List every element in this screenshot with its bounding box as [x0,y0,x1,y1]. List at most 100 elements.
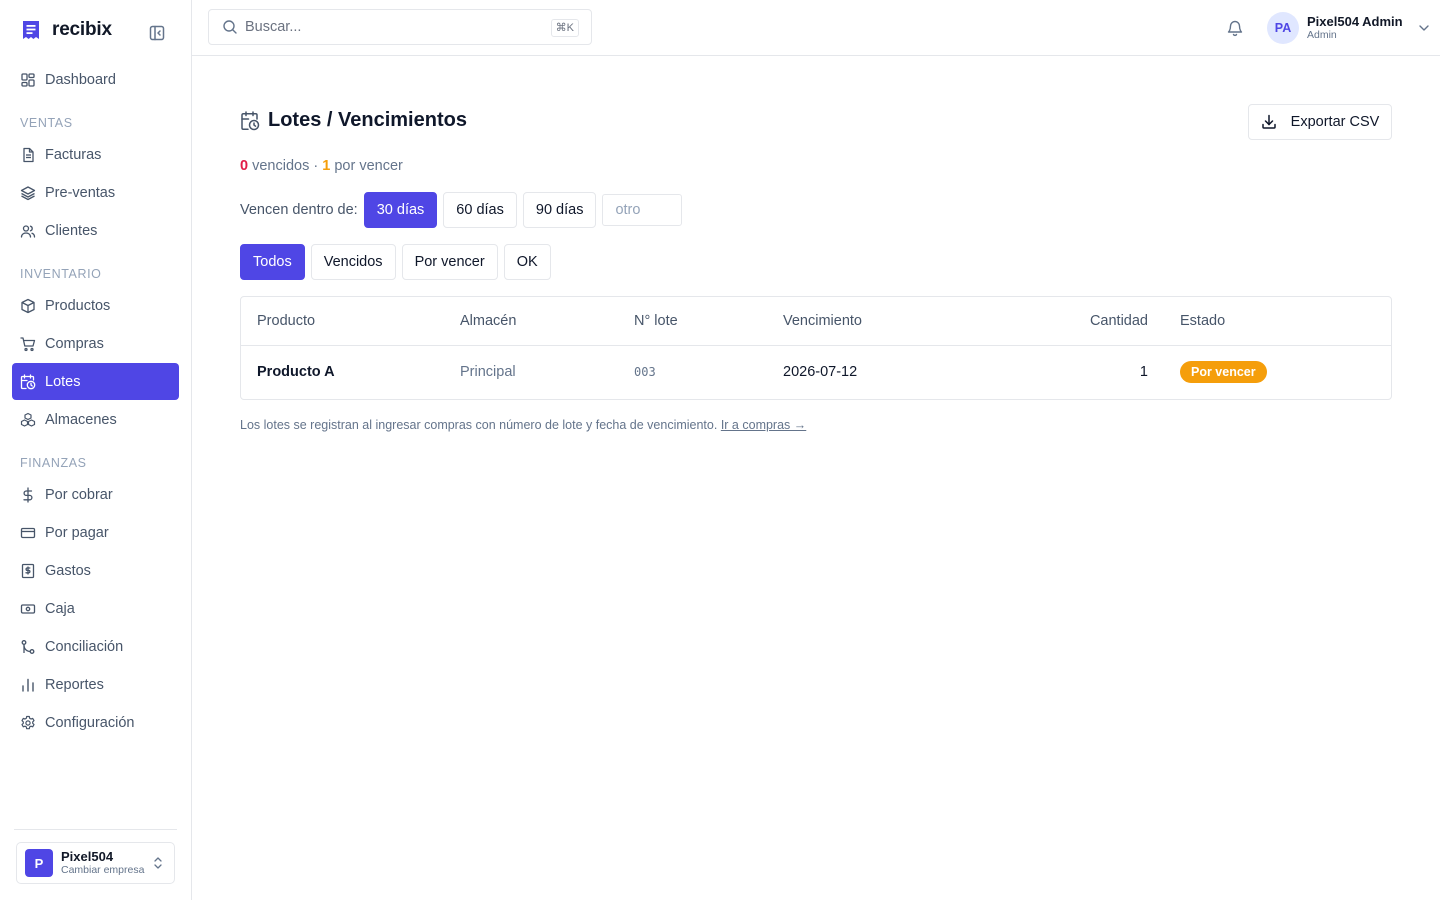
dollar-sign-icon [23,486,33,503]
expired-label: vencidos [252,158,310,174]
sidebar-item-label: Dashboard [45,71,116,88]
expiring-label: por vencer [334,158,403,174]
expired-count: 0 [240,158,249,174]
nav-section-finanzas: FINANZAS [20,456,87,470]
boxes-icon [20,412,36,427]
receipt-icon [21,563,35,578]
status-badge: Por vencer [1180,361,1267,384]
sidebar-item-almacenes[interactable]: Almacenes [12,401,179,438]
cell-lote: 003 [634,365,656,380]
window-90-days-button[interactable]: 90 días [522,192,597,228]
sidebar-item-label: Reportes [45,676,104,693]
column-header-lote: N° lote [634,297,783,346]
receipt-logo-icon [23,21,39,39]
users-icon [20,224,36,238]
sidebar-item-label: Configuración [45,714,135,731]
custom-days-input[interactable] [602,194,683,226]
window-30-days-button[interactable]: 30 días [363,192,438,228]
company-avatar: P [25,849,53,877]
chevron-down-icon [1418,25,1429,31]
cell-estado: Por vencer [1148,345,1391,399]
expiry-window-selector: Vencen dentro de: 30 días 60 días 90 día… [240,192,683,228]
sidebar-item-label: Conciliación [45,638,124,655]
bar-chart-icon [22,678,34,692]
search-box[interactable]: ⌘K [208,9,592,45]
sidebar-item-configuracion[interactable]: Configuración [12,704,179,741]
expiring-count: 1 [322,158,331,174]
cell-almacen: Principal [460,364,516,381]
chevrons-up-down-icon [154,857,162,869]
bell-icon[interactable] [1226,19,1244,37]
layers-icon [20,185,36,200]
window-60-days-button[interactable]: 60 días [443,192,517,228]
page-title: Lotes / Vencimientos [240,109,467,132]
sidebar-item-por-cobrar[interactable]: Por cobrar [12,476,179,513]
nav-section-ventas: VENTAS [20,116,73,130]
export-csv-button[interactable]: Exportar CSV [1248,104,1392,140]
company-switcher[interactable]: P Pixel504 Cambiar empresa [16,842,175,884]
search-icon [223,20,237,34]
column-header-producto: Producto [241,297,460,346]
sidebar-item-label: Gastos [45,562,91,579]
sidebar-item-label: Por cobrar [45,486,113,503]
sidebar-collapse-icon[interactable] [148,24,166,42]
sidebar-item-pre-ventas[interactable]: Pre-ventas [12,174,179,211]
topbar: ⌘K PA Pixel504 Admin Admin [192,0,1440,56]
sidebar-item-label: Por pagar [45,524,109,541]
table-header-row: Producto Almacén N° lote Vencimiento Can… [241,297,1391,346]
lots-footnote: Los lotes se registran al ingresar compr… [240,418,806,432]
search-input[interactable] [245,19,535,35]
user-role: Admin [1307,29,1337,41]
sidebar-nav: Dashboard VENTAS Facturas Pre-ventas Cli… [12,61,179,742]
sidebar-item-reportes[interactable]: Reportes [12,666,179,703]
brand[interactable]: recibix [22,18,112,42]
filter-todos[interactable]: Todos [240,244,305,280]
filter-ok[interactable]: OK [503,244,551,280]
table-row[interactable]: Producto A Principal 003 2026-07-12 1 Po… [241,345,1391,399]
footnote-text: Los lotes se registran al ingresar compr… [240,418,718,432]
calendar-clock-icon [241,110,260,130]
expiry-summary: 0 vencidos · 1 por vencer [240,158,403,174]
sidebar-item-productos[interactable]: Productos [12,287,179,324]
sidebar-item-facturas[interactable]: Facturas [12,136,179,173]
company-name: Pixel504 [61,849,114,864]
sidebar-item-caja[interactable]: Caja [12,590,179,627]
credit-card-icon [20,527,36,538]
sidebar-item-gastos[interactable]: Gastos [12,552,179,589]
avatar: PA [1267,12,1299,44]
sidebar-item-label: Almacenes [45,411,117,428]
user-menu[interactable]: PA Pixel504 Admin Admin [1267,12,1431,44]
sidebar: recibix Dashboard VENTAS Facturas Pre-ve… [0,0,192,900]
banknote-icon [20,603,36,614]
git-merge-icon [21,639,35,654]
user-name: Pixel504 Admin [1307,14,1403,29]
sidebar-item-lotes[interactable]: Lotes [12,363,179,400]
sidebar-item-label: Productos [45,297,111,314]
sidebar-item-por-pagar[interactable]: Por pagar [12,514,179,551]
file-text-icon [23,147,34,162]
column-header-almacen: Almacén [460,297,634,346]
shopping-cart-icon [20,336,36,351]
status-filter-tabs: Todos Vencidos Por vencer OK [240,244,557,280]
sidebar-item-label: Caja [45,600,75,617]
column-header-vencimiento: Vencimiento [783,297,997,346]
sidebar-item-label: Clientes [45,222,98,239]
filter-vencidos[interactable]: Vencidos [310,244,396,280]
summary-separator: · [313,158,319,174]
sidebar-item-label: Facturas [45,146,102,163]
cell-cantidad: 1 [1139,364,1148,381]
calendar-clock-icon [20,373,36,389]
sidebar-item-label: Lotes [45,373,81,390]
cell-producto: Producto A [257,364,335,381]
sidebar-item-compras[interactable]: Compras [12,325,179,362]
go-to-compras-link[interactable]: Ir a compras → [721,418,806,432]
sidebar-divider [14,829,177,830]
sidebar-item-dashboard[interactable]: Dashboard [12,61,179,98]
sidebar-item-label: Compras [45,335,104,352]
sidebar-item-conciliacion[interactable]: Conciliación [12,628,179,665]
expiry-window-label: Vencen dentro de: [240,202,358,218]
sidebar-item-clientes[interactable]: Clientes [12,212,179,249]
filter-por-vencer[interactable]: Por vencer [401,244,498,280]
settings-icon [21,715,35,729]
sidebar-item-label: Pre-ventas [45,184,116,201]
